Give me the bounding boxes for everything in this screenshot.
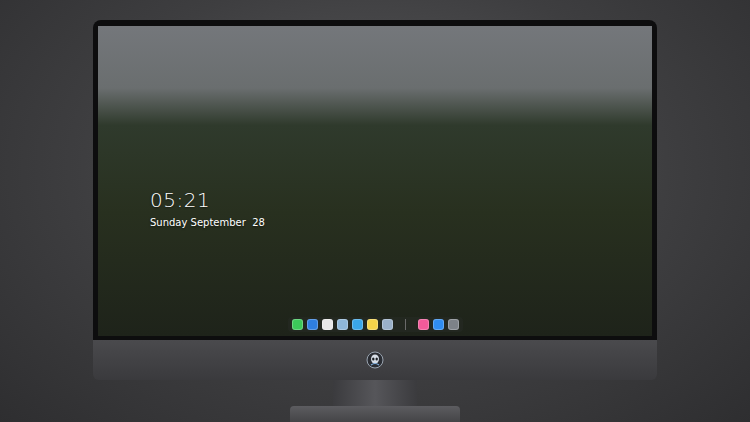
app-icon[interactable] — [418, 319, 429, 330]
app-icon[interactable] — [433, 319, 444, 330]
monitor-chin — [93, 340, 657, 380]
page: 05:21 Sunday September 28 — [0, 0, 750, 422]
logo-icon — [366, 351, 384, 369]
lock-clock: 05:21 Sunday September 28 — [150, 188, 652, 317]
clock-time: 05:21 — [150, 188, 652, 212]
monitor-bezel: 05:21 Sunday September 28 — [93, 20, 657, 340]
stand-base — [290, 406, 460, 422]
app-icon[interactable] — [292, 319, 303, 330]
app-icon[interactable] — [337, 319, 348, 330]
app-icon[interactable] — [307, 319, 318, 330]
app-icon[interactable] — [352, 319, 363, 330]
dock-separator — [405, 319, 406, 330]
desktop-wallpaper: 05:21 Sunday September 28 — [98, 26, 652, 336]
stand-neck — [333, 380, 417, 406]
app-icon[interactable] — [322, 319, 333, 330]
app-icon[interactable] — [367, 319, 378, 330]
dock — [288, 317, 463, 332]
app-icon[interactable] — [448, 319, 459, 330]
app-icon[interactable] — [382, 319, 393, 330]
monitor: 05:21 Sunday September 28 — [93, 20, 657, 422]
clock-date: Sunday September 28 — [150, 216, 652, 229]
